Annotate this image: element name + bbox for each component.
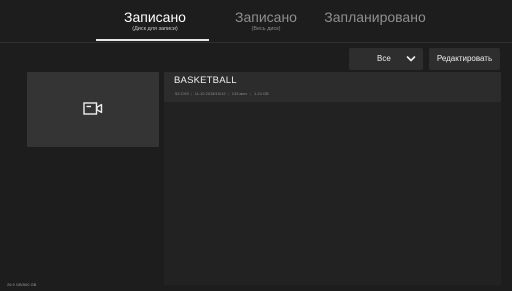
recording-list [164,72,501,285]
chevron-down-icon [406,56,416,62]
divider: | [227,91,229,96]
active-tab-indicator [96,39,209,41]
recording-size: 1.24 GB [254,91,269,96]
tab-title: Записано [124,9,186,25]
tab-bar: Записано (Диск для записи) Записано (Вес… [0,0,512,43]
list-item[interactable]: BASKETBALL 53 CH3 | 11:10 2018/10/12 | 133… [164,72,501,102]
tab-recorded-recording-disk[interactable]: Записано (Диск для записи) [112,9,198,33]
filter-value: Все [377,54,391,63]
tab-title: Записано [235,9,297,25]
video-camera-icon [83,102,103,115]
recording-thumbnail[interactable] [27,72,159,147]
divider: | [249,91,251,96]
filter-dropdown[interactable]: Все [349,48,423,70]
recording-channel: 53 CH3 [175,91,189,96]
tab-recorded-all-disks[interactable]: Записано (Весь диск) [223,9,309,33]
divider: | [190,91,192,96]
recording-datetime: 11:10 2018/10/12 [194,91,226,96]
tab-title: Запланировано [324,9,426,25]
tab-subtitle: (Диск для записи) [132,26,178,32]
tab-scheduled[interactable]: Запланировано [320,9,430,25]
recording-duration: 133 мин. [231,91,248,96]
tab-subtitle: (Весь диск) [251,26,281,32]
recording-title: BASKETBALL [174,75,237,86]
edit-button[interactable]: Редактировать [429,48,500,70]
recording-meta: 53 CH3 | 11:10 2018/10/12 | 133 мин. | 1.24… [175,91,271,96]
storage-usage: 26.9 GB/500 GB [7,282,37,287]
